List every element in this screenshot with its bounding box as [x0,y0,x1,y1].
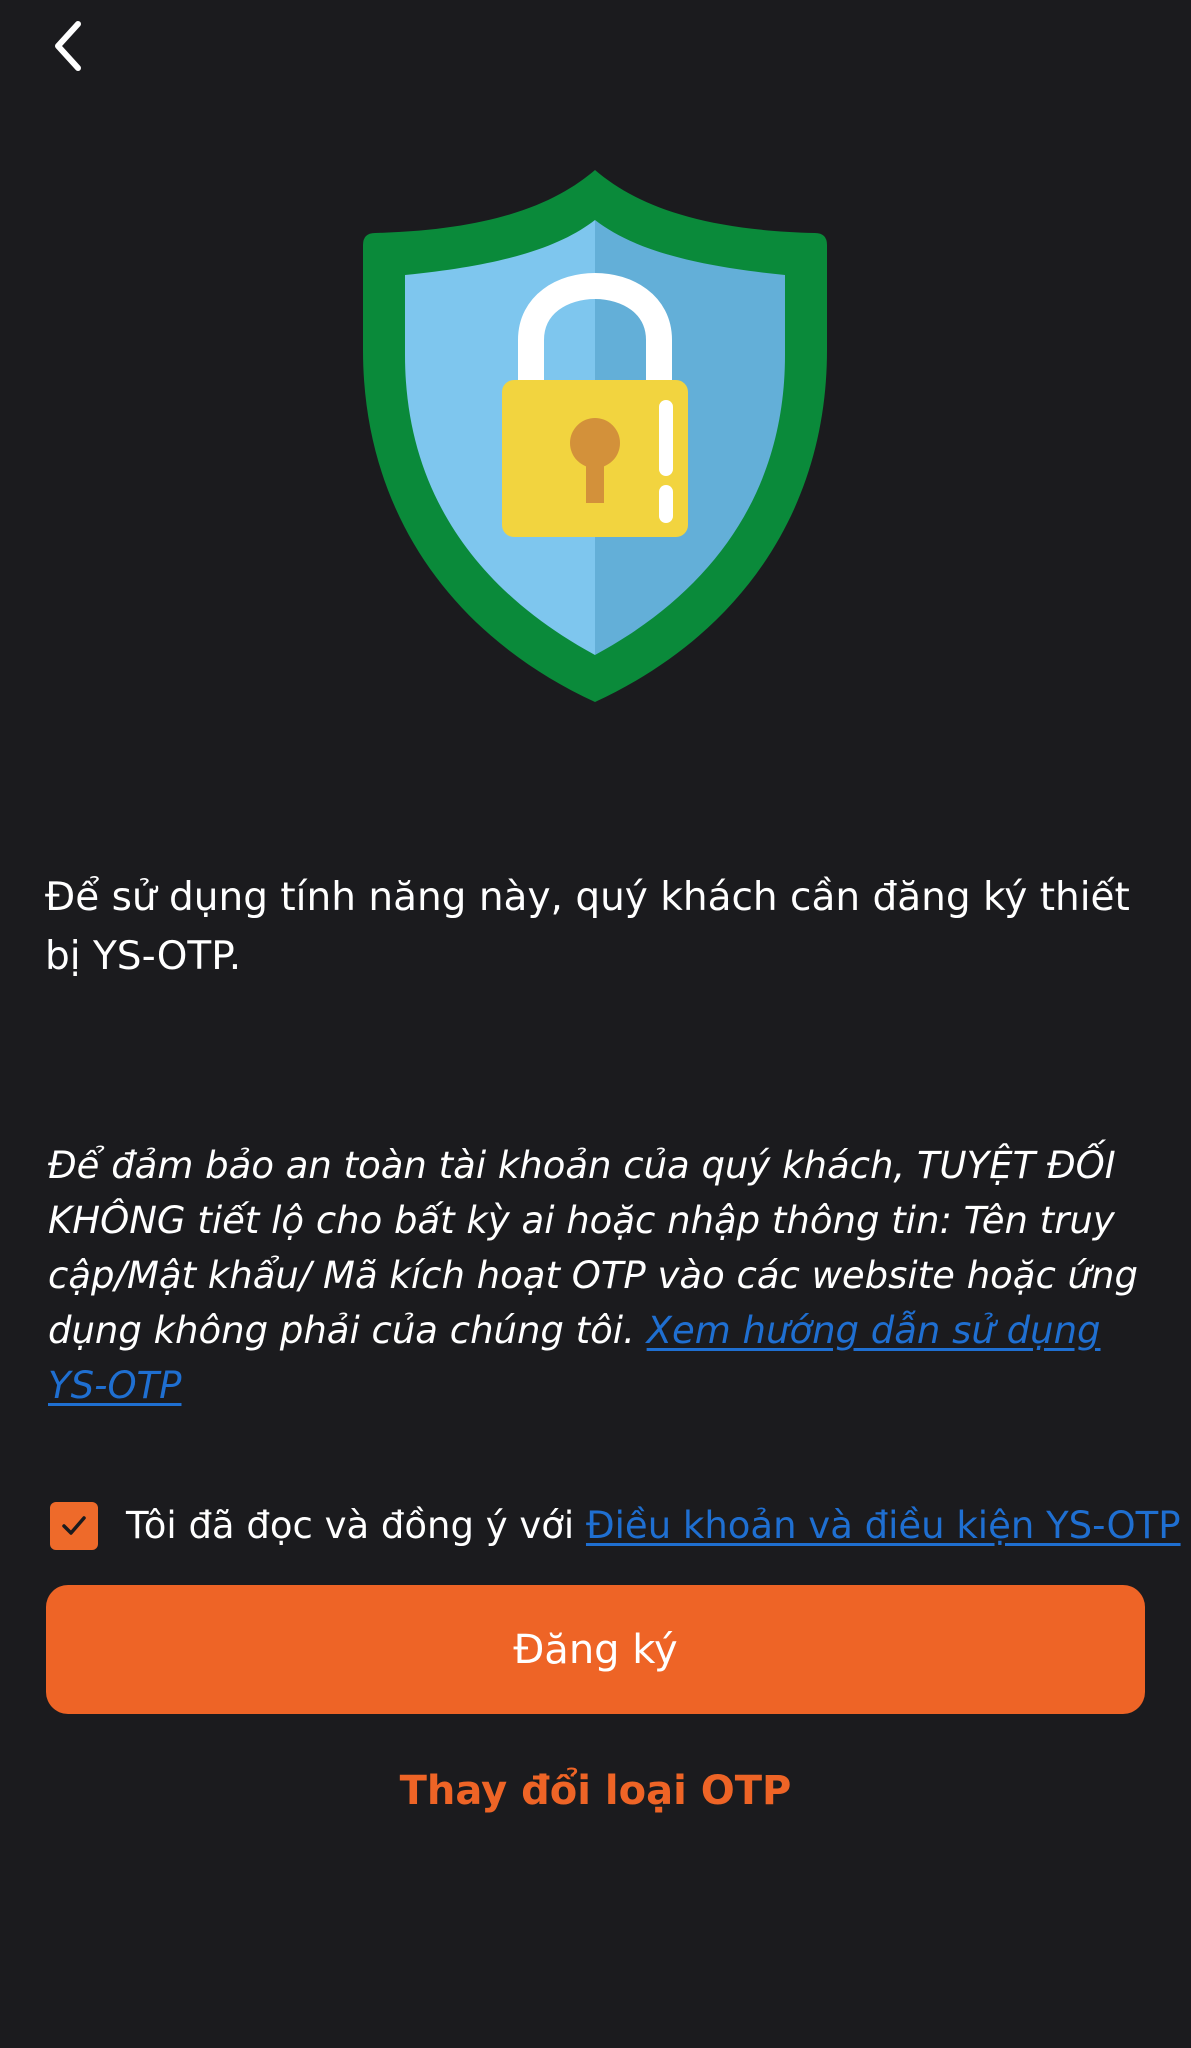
shield-lock-icon [363,170,827,702]
agree-checkbox[interactable] [50,1502,98,1550]
security-warning: Để đảm bảo an toàn tài khoản của quý khá… [48,1138,1153,1413]
change-otp-type-button[interactable]: Thay đổi loại OTP [46,1756,1145,1826]
intro-text: Để sử dụng tính năng này, quý khách cần … [45,875,1130,979]
agreement-row: Tôi đã đọc và đồng ý với Điều khoản và đ… [50,1498,1181,1554]
terms-link[interactable]: Điều khoản và điều kiện YS-OTP [586,1504,1181,1547]
chevron-left-icon [55,21,81,71]
register-button[interactable]: Đăng ký [46,1585,1145,1714]
agreement-text: Tôi đã đọc và đồng ý với [126,1504,586,1547]
checkmark-icon [62,1516,86,1535]
back-button[interactable] [40,10,96,82]
agreement-label: Tôi đã đọc và đồng ý với Điều khoản và đ… [126,1498,1181,1554]
